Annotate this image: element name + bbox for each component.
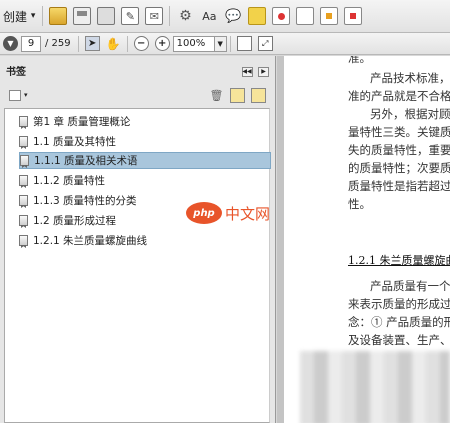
bookmark-tree: 第1 章 质量管理概论 1.1 质量及其特性 1.1.1 质量及相关术语 1.1… — [4, 108, 271, 423]
toolbar-separator — [126, 35, 128, 52]
open-folder-icon[interactable] — [49, 7, 68, 25]
document-text-line: 来表示质量的形成过 — [348, 297, 450, 311]
bookmark-options-icon[interactable] — [9, 89, 21, 101]
text-size-icon[interactable]: Aa — [200, 7, 218, 25]
document-text-line: 失的质量特性，重要 — [348, 143, 450, 157]
section-heading: 1.2.1 朱兰质量螺旋曲 — [348, 254, 450, 267]
page-number-input[interactable]: 9 — [21, 35, 41, 52]
bookmark-item[interactable]: 1.1 质量及其特性 — [19, 133, 271, 150]
document-page: 准。 产品技术标准， 准的产品就是不合格 另外，根据对顾 量特性三类。关键质 失… — [284, 56, 450, 423]
navigation-toolbar: ▼ 9 / 259 ➤ ✋ − + 100% ▼ ⤢ — [0, 33, 450, 55]
bookmarks-panel-header: 书签 ◀◀ ▶ — [0, 56, 275, 84]
create-menu-button[interactable]: 创建 ▾ — [3, 8, 35, 25]
bookmark-icon — [19, 136, 28, 147]
email-icon[interactable]: ✉ — [145, 7, 164, 25]
delete-bookmark-icon[interactable]: 🗑 — [209, 88, 224, 103]
document-text-line: 量特性三类。关键质 — [348, 125, 450, 139]
document-text-line: 质量特性是指若超过 — [348, 179, 450, 193]
edit-document-icon[interactable]: ✎ — [121, 7, 140, 25]
bookmarks-panel-tools: ▾ 🗑 — [0, 84, 275, 106]
bookmarks-panel: 书签 ◀◀ ▶ ▾ 🗑 第1 章 质量管理概论 1.1 质量及其特性 1.1.1… — [0, 56, 276, 423]
watermark-logo: php 中文网 — [186, 202, 270, 224]
document-export-icon[interactable] — [320, 7, 339, 25]
document-text-line: 产品技术标准， — [370, 71, 450, 85]
page-total-label: / 259 — [45, 38, 71, 49]
zoom-level-input[interactable]: 100% — [172, 35, 215, 52]
blurred-image-region — [300, 351, 450, 423]
document-text-line: 产品质量有一个 — [370, 279, 450, 293]
bookmark-item[interactable]: 1.2.1 朱兰质量螺旋曲线 — [19, 232, 271, 249]
next-page-icon[interactable]: ▼ — [3, 36, 18, 51]
document-import-icon[interactable] — [344, 7, 363, 25]
select-cursor-icon[interactable]: ➤ — [84, 36, 100, 51]
collapse-panel-button[interactable]: ◀◀ — [241, 66, 253, 77]
expand-bookmark-icon[interactable] — [251, 87, 266, 103]
document-text-line: 及设备装置、生产、 — [348, 333, 450, 347]
bookmark-item[interactable]: 1.1.2 质量特性 — [19, 172, 271, 189]
note-icon[interactable] — [248, 7, 267, 25]
bookmark-icon — [19, 215, 28, 226]
document-text-line: 准的产品就是不合格 — [348, 89, 450, 103]
document-settings-icon[interactable] — [296, 7, 315, 25]
save-icon[interactable] — [73, 7, 92, 25]
panel-title: 书签 — [6, 66, 26, 78]
zoom-dropdown-icon[interactable]: ▼ — [214, 35, 227, 52]
options-dropdown-icon[interactable]: ▾ — [24, 91, 28, 99]
document-text-line: 性。 — [348, 197, 371, 211]
bookmark-item-selected[interactable]: 1.1.1 质量及相关术语 — [19, 152, 271, 169]
panel-options-button[interactable]: ▶ — [258, 66, 269, 77]
comment-icon[interactable]: 💬 — [224, 7, 242, 25]
zoom-in-icon[interactable]: + — [154, 36, 170, 51]
stamp-icon[interactable] — [272, 7, 291, 25]
bookmark-icon — [19, 195, 28, 206]
zoom-out-icon[interactable]: − — [133, 36, 149, 51]
toolbar-separator — [42, 6, 44, 26]
bookmark-icon — [19, 235, 28, 246]
main-toolbar: 创建 ▾ ✎ ✉ ⚙ Aa 💬 — [0, 0, 450, 33]
bookmark-item[interactable]: 第1 章 质量管理概论 — [19, 113, 271, 130]
toolbar-separator — [77, 35, 79, 52]
bookmark-icon — [19, 116, 28, 127]
fit-width-icon[interactable]: ⤢ — [257, 36, 273, 51]
bookmark-icon — [20, 155, 29, 166]
fit-page-icon[interactable] — [236, 36, 252, 51]
document-text-line: 另外，根据对顾 — [370, 107, 450, 121]
document-text-line: 准。 — [348, 56, 371, 65]
document-text-line: 念：① 产品质量的形 — [348, 315, 450, 329]
new-bookmark-icon[interactable] — [230, 87, 245, 103]
settings-gear-icon[interactable]: ⚙ — [176, 7, 194, 25]
document-text-line: 的质量特性；次要质 — [348, 161, 450, 175]
hand-tool-icon[interactable]: ✋ — [106, 36, 121, 51]
bookmark-icon — [19, 175, 28, 186]
toolbar-separator — [169, 6, 171, 26]
toolbar-separator — [229, 35, 231, 52]
panel-splitter[interactable] — [277, 56, 284, 423]
print-icon[interactable] — [97, 7, 116, 25]
